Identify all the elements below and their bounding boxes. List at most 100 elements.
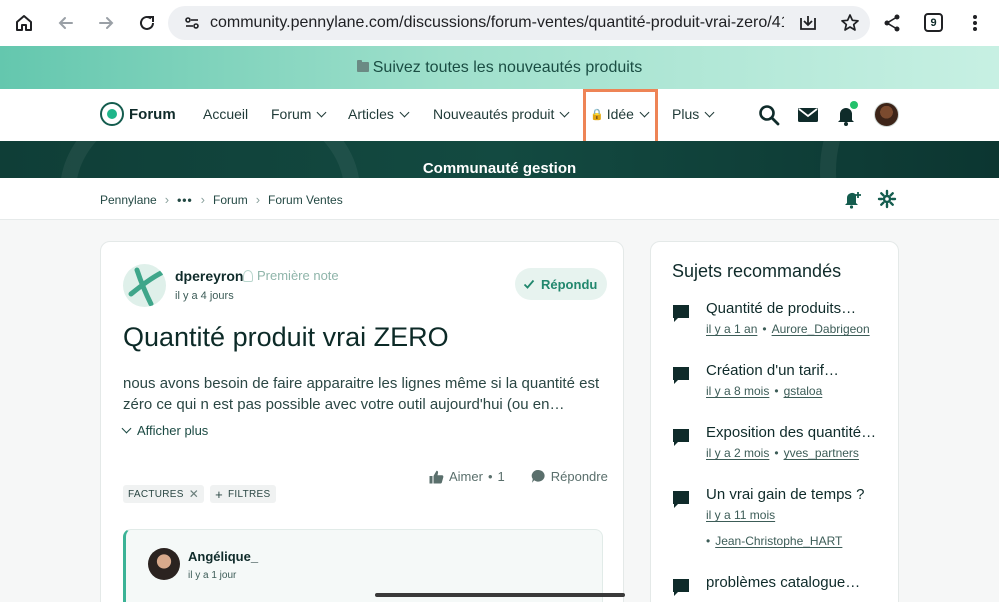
topic-meta: il y a 8 mois • gstaloa: [706, 384, 823, 398]
reply-button[interactable]: Répondre: [531, 469, 608, 484]
discussion-icon: [673, 305, 689, 322]
post-title: Quantité produit vrai ZERO: [123, 322, 449, 352]
more-menu-icon[interactable]: [961, 9, 989, 37]
tag-factures[interactable]: FACTURES ✕: [123, 485, 205, 503]
check-icon: [523, 279, 535, 289]
topic-author[interactable]: yves_partners: [784, 446, 859, 460]
discussion-icon: [673, 579, 689, 596]
topic-author[interactable]: Aurore_Dabrigeon: [772, 322, 870, 336]
share-icon[interactable]: [878, 9, 906, 37]
announcement-banner[interactable]: Suivez toutes les nouveautés produits: [0, 46, 999, 89]
community-title: Communauté gestion: [422, 160, 577, 177]
topic-author[interactable]: gstaloa: [784, 384, 823, 398]
mail-icon[interactable]: [796, 103, 820, 127]
post-actions: Aimer • 1 Répondre: [429, 469, 608, 484]
author-avatar[interactable]: [123, 264, 166, 307]
site-settings-icon[interactable]: [178, 9, 206, 37]
reply-author-name[interactable]: Angélique_: [188, 549, 258, 564]
url-text[interactable]: community.pennylane.com/discussions/foru…: [210, 14, 784, 32]
home-icon[interactable]: [10, 9, 38, 37]
breadcrumb-more[interactable]: •••: [177, 193, 193, 207]
chevron-right-icon: ›: [255, 192, 261, 207]
announcement-text[interactable]: Suivez toutes les nouveautés produits: [373, 59, 643, 77]
tab-switcher-button[interactable]: 9: [924, 13, 943, 32]
community-header: Communauté gestion: [0, 141, 999, 178]
chevron-right-icon: ›: [164, 192, 170, 207]
like-button[interactable]: Aimer • 1: [429, 469, 505, 484]
show-more-button[interactable]: Afficher plus: [121, 423, 208, 438]
topic-title[interactable]: Quantité de produits…: [706, 300, 886, 317]
post-body: nous avons besoin de faire apparaitre le…: [123, 375, 600, 413]
discussion-card: dpereyron Première note il y a 4 jours R…: [100, 241, 624, 602]
topic-title[interactable]: problèmes catalogue…: [706, 574, 886, 591]
address-bar[interactable]: community.pennylane.com/discussions/foru…: [168, 6, 870, 40]
chevron-down-icon: [559, 107, 570, 117]
ribbon-icon: [243, 269, 253, 282]
comment-icon: [531, 469, 545, 483]
list-item[interactable]: Un vrai gain de temps ? il y a 11 mois •…: [672, 486, 887, 550]
topic-title[interactable]: Exposition des quantité…: [706, 424, 886, 441]
discussion-icon: [673, 491, 689, 508]
thumbs-up-icon: [429, 470, 444, 483]
folder-icon: [356, 59, 369, 72]
bookmark-star-icon[interactable]: [836, 9, 864, 37]
plus-icon: +: [215, 486, 224, 502]
tag-list: FACTURES ✕ + FILTRES: [123, 485, 276, 503]
breadcrumb-forum[interactable]: Forum: [213, 193, 248, 207]
accepted-reply: Angélique_ il y a 1 jour: [123, 529, 603, 602]
author-name[interactable]: dpereyron: [175, 268, 243, 284]
breadcrumb-pennylane[interactable]: Pennylane: [100, 193, 157, 207]
notification-dot: [850, 101, 858, 109]
forum-logo[interactable]: Forum: [100, 102, 176, 126]
discussion-icon: [673, 429, 689, 446]
breadcrumb-forum-ventes[interactable]: Forum Ventes: [268, 193, 343, 207]
subscribe-bell-icon[interactable]: [843, 189, 863, 209]
author-rank-badge: Première note: [243, 268, 339, 283]
lock-icon: 🔒: [590, 108, 604, 121]
search-icon[interactable]: [757, 103, 781, 127]
breadcrumb: Pennylane › ••• › Forum › Forum Ventes: [0, 178, 999, 220]
add-filter-tag[interactable]: + FILTRES: [210, 485, 276, 503]
reply-author-avatar[interactable]: [148, 548, 180, 580]
answered-badge: Répondu: [515, 268, 608, 300]
list-item[interactable]: Exposition des quantité… il y a 2 mois • y…: [672, 424, 887, 464]
back-arrow-icon[interactable]: [52, 9, 80, 37]
post-time: il y a 4 jours: [175, 290, 234, 302]
chevron-down-icon: [704, 107, 715, 117]
forward-arrow-icon[interactable]: [92, 9, 120, 37]
topic-meta: il y a 11 mois: [706, 508, 776, 522]
topic-author[interactable]: Jean-Christophe_HART: [715, 534, 842, 548]
gesture-home-indicator: [375, 593, 625, 597]
logo-icon: [100, 102, 124, 126]
recommended-title: Sujets recommandés: [672, 261, 842, 281]
reload-icon[interactable]: [133, 9, 161, 37]
nav-item-articles[interactable]: Articles: [348, 106, 410, 122]
topic-meta: • Jean-Christophe_HART: [706, 534, 843, 548]
list-item[interactable]: Quantité de produits… il y a 1 an • Aurore…: [672, 300, 887, 340]
chevron-down-icon: [399, 107, 410, 117]
topic-meta: il y a 1 an • Aurore_Dabrigeon: [706, 322, 870, 336]
reply-time: il y a 1 jour: [188, 570, 237, 581]
chevron-right-icon: ›: [200, 192, 206, 207]
list-item[interactable]: problèmes catalogue…: [672, 574, 887, 602]
topic-title[interactable]: Création d'un tarif…: [706, 362, 886, 379]
nav-item-nouveautes[interactable]: Nouveautés produit: [433, 106, 570, 122]
close-icon[interactable]: ✕: [189, 487, 199, 501]
nav-item-forum[interactable]: Forum: [271, 106, 327, 122]
download-icon[interactable]: [794, 9, 822, 37]
discussion-icon: [673, 367, 689, 384]
list-item[interactable]: Création d'un tarif… il y a 8 mois • gstal…: [672, 362, 887, 402]
nav-item-accueil[interactable]: Accueil: [203, 106, 248, 122]
nav-item-idee[interactable]: 🔒 Idée: [590, 106, 650, 122]
recommended-topics: Sujets recommandés Quantité de produits……: [650, 241, 899, 602]
browser-toolbar: community.pennylane.com/discussions/foru…: [0, 0, 999, 46]
chevron-down-icon: [639, 107, 650, 117]
user-avatar[interactable]: [874, 102, 899, 127]
logo-text: Forum: [129, 105, 176, 123]
topic-title[interactable]: Un vrai gain de temps ?: [706, 486, 886, 503]
gear-icon[interactable]: [877, 189, 897, 209]
topic-meta: il y a 2 mois • yves_partners: [706, 446, 859, 460]
chevron-down-icon: [121, 423, 132, 434]
nav-item-plus[interactable]: Plus: [672, 106, 715, 122]
main-nav: Forum Accueil Forum Articles Nouveautés …: [0, 89, 999, 144]
